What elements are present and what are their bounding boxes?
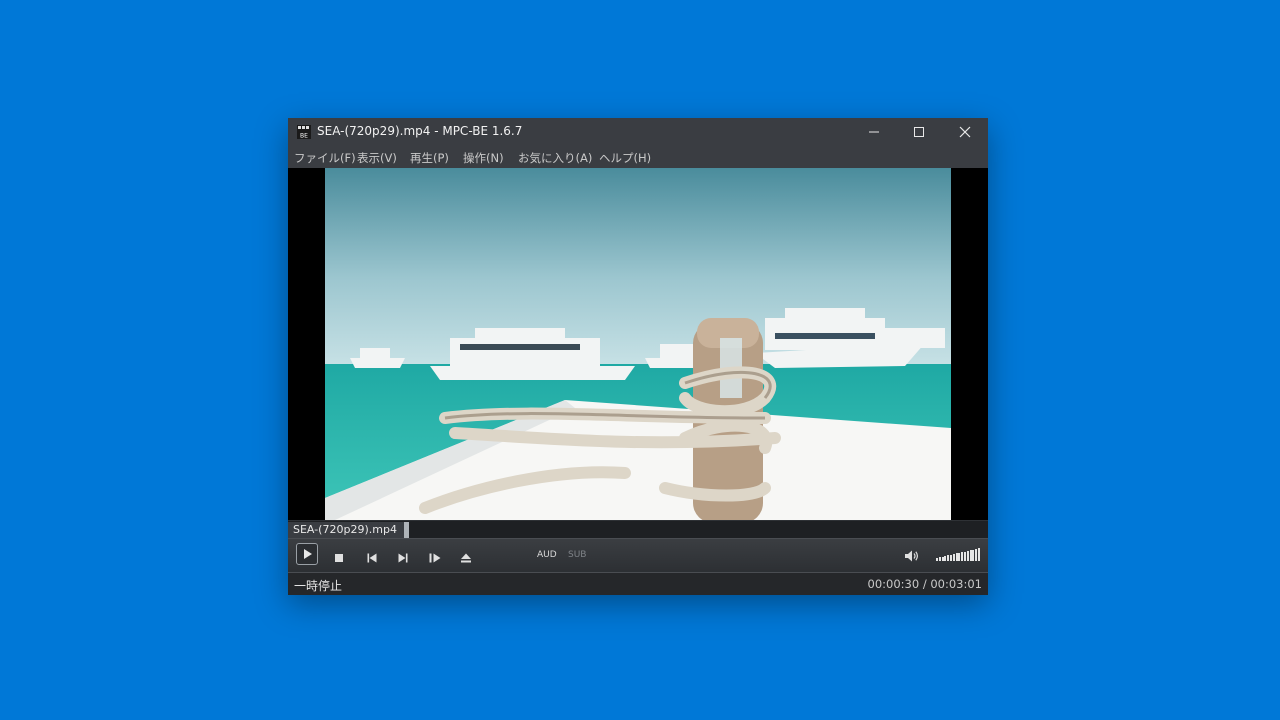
volume-level-bar <box>955 553 958 561</box>
volume-level-bar <box>950 554 952 561</box>
play-button[interactable] <box>296 543 318 565</box>
volume-level-bar <box>961 552 964 561</box>
subtitle-button[interactable]: SUB <box>568 550 586 560</box>
eject-button[interactable] <box>460 549 472 563</box>
app-icon-text: BE <box>300 133 308 140</box>
close-button[interactable] <box>942 118 988 146</box>
control-bar: AUD SUB <box>288 538 988 573</box>
volume-level-bar <box>944 556 947 561</box>
volume-level-bar <box>941 556 944 561</box>
audio-track-button[interactable]: AUD <box>537 550 557 560</box>
stop-button[interactable] <box>333 549 345 562</box>
eject-icon <box>461 553 471 563</box>
stop-icon <box>335 554 343 562</box>
volume-level-bar <box>972 549 975 561</box>
minimize-button[interactable] <box>851 118 897 146</box>
status-bar: 一時停止 00:00:30 / 00:03:01 <box>288 572 988 595</box>
next-button[interactable] <box>397 549 409 563</box>
menu-bar: ファイル(F) 表示(V) 再生(P) 操作(N) お気に入り(A) ヘルプ(H… <box>288 146 988 168</box>
volume-slider[interactable] <box>936 547 982 561</box>
maximize-icon <box>914 127 924 137</box>
skip-next-icon <box>398 553 408 563</box>
volume-level-bar <box>978 548 980 561</box>
volume-level-bar <box>938 557 941 561</box>
volume-level-bar <box>952 554 955 561</box>
menu-play[interactable]: 再生(P) <box>410 150 449 166</box>
mute-button[interactable] <box>904 548 920 562</box>
menu-navigate[interactable]: 操作(N) <box>463 150 504 166</box>
menu-view[interactable]: 表示(V) <box>357 150 397 166</box>
window-title: SEA-(720p29).mp4 - MPC-BE 1.6.7 <box>317 124 523 138</box>
menu-help[interactable]: ヘルプ(H) <box>599 150 651 166</box>
menu-file[interactable]: ファイル(F) <box>294 150 356 166</box>
seek-thumb[interactable] <box>404 522 409 539</box>
maximize-button[interactable] <box>896 118 942 146</box>
volume-level-bar <box>947 555 950 561</box>
skip-previous-icon <box>367 553 377 563</box>
menu-favorites[interactable]: お気に入り(A) <box>518 150 592 166</box>
mpc-be-icon: BE <box>297 125 311 139</box>
previous-button[interactable] <box>366 549 378 563</box>
volume-level-bar <box>966 550 969 561</box>
volume-level-bar <box>969 550 972 561</box>
seek-file-label: SEA-(720p29).mp4 <box>293 523 397 536</box>
volume-level-bar <box>975 548 978 561</box>
frame-step-button[interactable] <box>428 549 442 563</box>
volume-level-bar <box>964 551 966 561</box>
seek-bar[interactable]: SEA-(720p29).mp4 <box>288 520 988 539</box>
minimize-icon <box>869 131 879 133</box>
speaker-icon <box>905 550 918 562</box>
playback-time: 00:00:30 / 00:03:01 <box>867 577 982 591</box>
playback-status: 一時停止 <box>294 579 343 593</box>
volume-level-bar <box>936 558 938 561</box>
video-area[interactable] <box>288 168 988 520</box>
player-window: BE SEA-(720p29).mp4 - MPC-BE 1.6.7 ファイル(… <box>288 118 988 595</box>
title-bar[interactable]: BE SEA-(720p29).mp4 - MPC-BE 1.6.7 <box>288 118 988 146</box>
frame-step-icon <box>429 553 441 563</box>
volume-level-bar <box>958 552 961 561</box>
close-icon <box>959 126 971 138</box>
video-frame <box>325 168 951 520</box>
play-icon <box>304 549 312 559</box>
